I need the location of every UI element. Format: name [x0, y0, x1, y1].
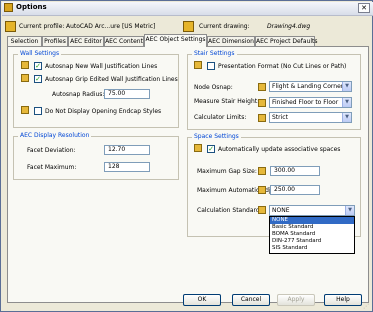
- drawing-setting-icon: [21, 106, 29, 114]
- autosnap-radius-label: Autosnap Radius:: [52, 91, 105, 98]
- drawing-setting-icon: [258, 186, 266, 194]
- aec-display-resolution-group: [13, 136, 179, 180]
- node-osnap-select[interactable]: Flight & Landing Corners ▼: [269, 81, 352, 92]
- calc-standard-label: Calculation Standard:: [197, 207, 262, 214]
- current-profile-label: Current profile:: [19, 23, 65, 30]
- close-button[interactable]: ✕: [358, 3, 370, 13]
- chevron-down-icon[interactable]: ▼: [342, 98, 351, 107]
- node-osnap-value: Flight & Landing Corners: [272, 83, 347, 90]
- do-not-display-endcap-checkbox[interactable]: [34, 107, 42, 115]
- max-auto-adjacency-input[interactable]: 250.00: [270, 185, 320, 195]
- presentation-format-checkbox[interactable]: [207, 62, 215, 70]
- facet-deviation-label: Facet Deviation:: [27, 147, 76, 154]
- auto-update-spaces-label: Automatically update associative spaces: [218, 146, 341, 153]
- profile-icon: [5, 21, 16, 32]
- stair-settings-title: Stair Settings: [192, 50, 237, 57]
- measure-stair-height-label: Measure Stair Height:: [194, 98, 260, 105]
- facet-maximum-input[interactable]: 128: [104, 162, 150, 172]
- chevron-down-icon[interactable]: ▼: [342, 82, 351, 91]
- drawing-setting-icon: [21, 74, 29, 82]
- current-drawing-label: Current drawing:: [199, 23, 250, 30]
- drawing-setting-icon: [258, 99, 266, 107]
- drawing-setting-icon: [258, 114, 266, 122]
- drawing-setting-icon: [194, 144, 202, 152]
- node-osnap-label: Node Osnap:: [194, 84, 233, 91]
- dropdown-option[interactable]: SIS Standard: [270, 245, 354, 252]
- title-bar: [2, 2, 373, 16]
- autosnap-new-wall-checkbox[interactable]: ✓: [34, 62, 42, 70]
- tab-aec-dimension[interactable]: AEC Dimension: [207, 36, 255, 46]
- current-drawing-value: Drawing4.dwg: [267, 23, 311, 30]
- wall-settings-title: Wall Settings: [18, 50, 62, 57]
- chevron-down-icon[interactable]: ▼: [342, 113, 351, 122]
- calculator-limits-label: Calculator Limits:: [194, 114, 247, 121]
- calc-standard-dropdown-list: NONE Basic Standard BOMA Standard DIN-27…: [269, 216, 355, 254]
- tab-aec-object-settings[interactable]: AEC Object Settings: [144, 34, 207, 47]
- tab-aec-editor[interactable]: AEC Editor: [68, 36, 104, 46]
- current-profile-value: AutoCAD Arc...ure [US Metric]: [66, 23, 156, 30]
- autosnap-grip-edited-checkbox[interactable]: ✓: [34, 75, 42, 83]
- space-settings-title: Space Settings: [192, 133, 241, 140]
- dropdown-option[interactable]: BOMA Standard: [270, 231, 354, 238]
- max-gap-size-input[interactable]: 300.00: [270, 166, 320, 176]
- presentation-format-label: Presentation Format (No Cut Lines or Pat…: [218, 63, 347, 70]
- drawing-setting-icon: [21, 61, 29, 69]
- calc-standard-select[interactable]: NONE ▼: [269, 205, 355, 216]
- tab-selection[interactable]: Selection: [7, 36, 42, 46]
- tab-aec-content[interactable]: AEC Content: [104, 36, 144, 46]
- max-gap-size-label: Maximum Gap Size:: [197, 168, 257, 175]
- drawing-setting-icon: [258, 206, 266, 214]
- tab-profiles[interactable]: Profiles: [42, 36, 68, 46]
- tab-aec-project-defaults[interactable]: AEC Project Defaults: [255, 36, 317, 46]
- measure-stair-height-value: Finished Floor to Floor: [272, 99, 339, 106]
- autosnap-grip-edited-label: Autosnap Grip Edited Wall Justification …: [45, 76, 178, 83]
- window-title: Options: [16, 3, 47, 11]
- dropdown-option[interactable]: NONE: [270, 217, 354, 224]
- aec-display-resolution-title: AEC Display Resolution: [18, 132, 92, 139]
- dropdown-option[interactable]: Basic Standard: [270, 224, 354, 231]
- autosnap-radius-input[interactable]: 75.00: [104, 89, 150, 99]
- cancel-button[interactable]: Cancel: [232, 294, 270, 306]
- dropdown-option[interactable]: DIN-277 Standard: [270, 238, 354, 245]
- drawing-setting-icon: [258, 83, 266, 91]
- autocad-app-icon: [4, 3, 13, 12]
- calculator-limits-value: Strict: [272, 114, 288, 121]
- calc-standard-value: NONE: [272, 207, 290, 214]
- apply-button[interactable]: Apply: [277, 294, 315, 306]
- drawing-setting-icon: [258, 167, 266, 175]
- do-not-display-endcap-label: Do Not Display Opening Endcap Styles: [45, 108, 162, 115]
- measure-stair-height-select[interactable]: Finished Floor to Floor ▼: [269, 97, 352, 108]
- resize-grip[interactable]: ⋰: [363, 303, 371, 311]
- autosnap-new-wall-label: Autosnap New Wall Justification Lines: [45, 63, 158, 70]
- drawing-setting-icon: [194, 61, 202, 69]
- facet-maximum-label: Facet Maximum:: [27, 164, 77, 171]
- facet-deviation-input[interactable]: 12.70: [104, 145, 150, 155]
- calculator-limits-select[interactable]: Strict ▼: [269, 112, 352, 123]
- help-button[interactable]: Help: [324, 294, 362, 306]
- ok-button[interactable]: OK: [183, 294, 221, 306]
- options-dialog: Options ✕ Current profile: AutoCAD Arc..…: [0, 0, 373, 312]
- chevron-down-icon[interactable]: ▼: [345, 206, 354, 215]
- close-icon: ✕: [361, 4, 367, 12]
- auto-update-spaces-checkbox[interactable]: ✓: [207, 145, 215, 153]
- drawing-icon: [183, 21, 194, 32]
